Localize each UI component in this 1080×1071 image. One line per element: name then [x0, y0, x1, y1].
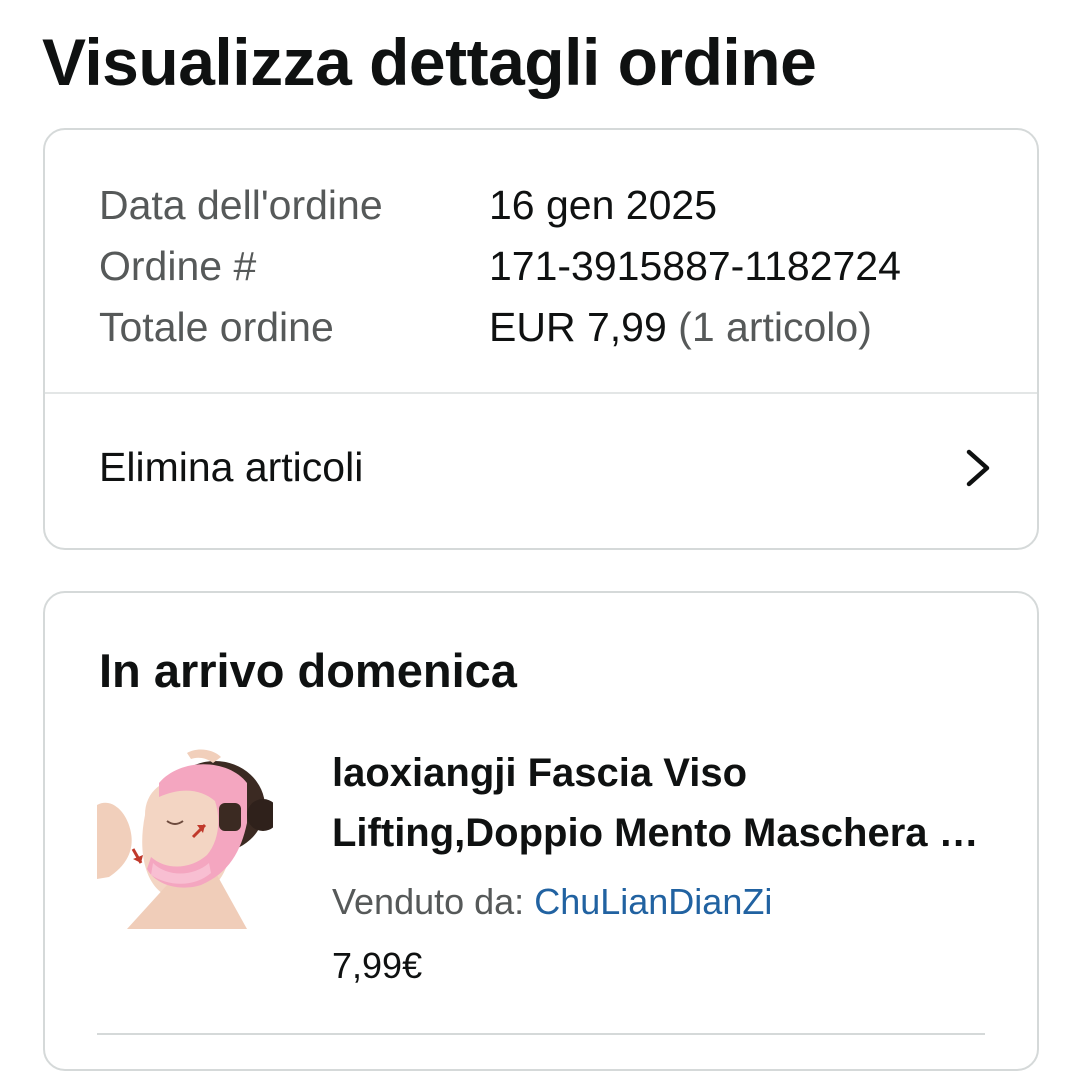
shipment-divider — [97, 1033, 985, 1035]
delivery-status-title: In arrivo domenica — [99, 644, 517, 697]
order-total-label: Totale ordine — [99, 304, 334, 350]
order-total-value: EUR 7,99 (1 articolo) — [489, 304, 872, 351]
order-number-value: 171-3915887-1182724 — [489, 243, 901, 289]
shipment-card: In arrivo domenica laoxiangji Fascia Vis… — [43, 591, 1039, 1071]
order-total-item-count: (1 articolo) — [678, 304, 872, 350]
seller-line: Venduto da: ChuLianDianZi — [332, 881, 772, 923]
order-summary-card: Data dell'ordine 16 gen 2025 Ordine # 17… — [43, 128, 1039, 550]
product-title-link[interactable]: laoxiangji Fascia Viso Lifting,Doppio Me… — [332, 743, 992, 863]
chevron-right-icon — [966, 449, 990, 487]
seller-prefix: Venduto da: — [332, 881, 525, 922]
delete-items-label: Elimina articoli — [99, 444, 364, 490]
order-summary-rows: Data dell'ordine 16 gen 2025 Ordine # 17… — [99, 175, 901, 358]
seller-name-link[interactable]: ChuLianDianZi — [534, 881, 772, 922]
product-title-line-1: laoxiangji Fascia Viso — [332, 751, 747, 795]
order-number-label: Ordine # — [99, 243, 257, 289]
product-photo-icon — [97, 749, 279, 929]
page-title: Visualizza dettagli ordine — [42, 25, 817, 99]
delete-items-button[interactable]: Elimina articoli — [45, 394, 1037, 548]
order-date-row: Data dell'ordine 16 gen 2025 — [99, 175, 901, 236]
order-total-amount: EUR 7,99 — [489, 304, 667, 350]
order-date-label: Data dell'ordine — [99, 182, 383, 228]
product-price: 7,99€ — [332, 945, 423, 986]
product-title-line-2: Lifting,Doppio Mento Maschera Viso — [332, 811, 992, 855]
order-number-row: Ordine # 171-3915887-1182724 — [99, 236, 901, 297]
order-date-value: 16 gen 2025 — [489, 182, 718, 228]
order-total-row: Totale ordine EUR 7,99 (1 articolo) — [99, 297, 901, 358]
product-image[interactable] — [97, 745, 279, 929]
